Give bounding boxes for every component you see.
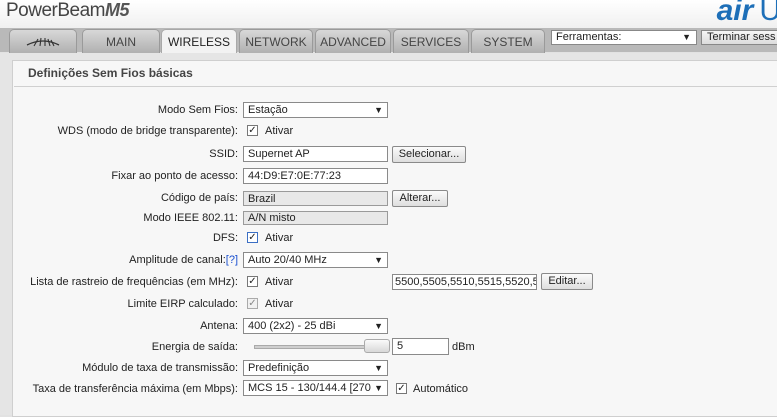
output-power-slider-thumb[interactable] (364, 339, 390, 353)
wireless-mode-label: Modo Sem Fios: (157, 104, 238, 116)
lock-ap-input[interactable]: 44:D9:E7:0E:77:23 (243, 168, 388, 184)
max-rate-value: MCS 15 - 130/144.4 [270 (248, 382, 371, 394)
rate-module-select[interactable]: Predefinição ▼ (243, 360, 388, 376)
lock-ap-label: Fixar ao ponto de acesso: (111, 170, 238, 182)
tab-ubiquiti[interactable] (9, 29, 77, 53)
auto-rate-checkbox[interactable]: ✓ (396, 383, 407, 394)
channel-width-label: Amplitude de canal:[?] (129, 254, 238, 266)
antenna-value: 400 (2x2) - 25 dBi (248, 320, 336, 332)
wds-label: WDS (modo de bridge transparente): (57, 125, 238, 137)
rate-module-value: Predefinição (248, 362, 310, 374)
max-rate-label: Taxa de transferência máxima (em Mbps): (32, 383, 238, 395)
country-label: Código de país: (160, 192, 238, 204)
max-rate-select[interactable]: MCS 15 - 130/144.4 [270 ▼ (243, 380, 388, 396)
dropdown-arrow-icon: ▼ (374, 321, 383, 331)
scan-list-checkbox[interactable]: ✓ (247, 276, 258, 287)
ieee-mode-label: Modo IEEE 802.11: (143, 212, 238, 224)
ssid-input[interactable]: Supernet AP (243, 146, 388, 162)
output-power-unit: dBm (452, 341, 475, 353)
channel-width-help-link[interactable]: [?] (226, 254, 238, 266)
product-model: M5 (105, 0, 130, 20)
tools-select-value: Ferramentas: (556, 31, 622, 43)
tab-system[interactable]: SYSTEM (471, 29, 545, 53)
ubiquiti-logo-icon (26, 30, 60, 54)
dropdown-arrow-icon: ▼ (374, 363, 383, 373)
brand-air: air (716, 0, 754, 27)
wds-check-label: Ativar (265, 125, 294, 137)
scan-list-label: Lista de rastreio de frequências (em MHz… (30, 276, 238, 288)
dfs-label: DFS: (212, 232, 238, 244)
wireless-mode-select[interactable]: Estação ▼ (243, 102, 388, 118)
ieee-mode-field: A/N misto (243, 211, 388, 225)
tab-services[interactable]: SERVICES (393, 29, 469, 53)
scan-list-check-label: Ativar (265, 276, 294, 288)
select-ssid-button[interactable]: Selecionar... (392, 146, 466, 163)
wireless-mode-value: Estação (248, 104, 288, 116)
output-power-label: Energia de saída: (151, 341, 238, 353)
antenna-label: Antena: (200, 320, 238, 332)
eirp-checkbox: ✓ (247, 298, 258, 309)
tab-advanced[interactable]: ADVANCED (315, 29, 391, 53)
output-power-input[interactable]: 5 (392, 338, 449, 355)
auto-rate-check-label: Automático (413, 383, 469, 395)
wds-checkbox[interactable]: ✓ (247, 125, 258, 136)
tab-wireless[interactable]: WIRELESS (161, 29, 237, 54)
logout-button[interactable]: Terminar sess (701, 30, 777, 45)
section-divider (14, 86, 777, 87)
product-name: PowerBeamM5 (6, 0, 130, 22)
tab-main[interactable]: MAIN (82, 29, 160, 53)
airos-logo: air U (717, 0, 777, 28)
dropdown-arrow-icon: ▼ (374, 105, 383, 115)
product-name-text: PowerBeam (6, 0, 106, 21)
channel-width-label-text: Amplitude de canal: (129, 254, 226, 266)
dfs-checkbox[interactable]: ✓ (247, 232, 258, 243)
dfs-check-label: Ativar (265, 232, 294, 244)
country-field: Brazil (243, 191, 388, 206)
dropdown-arrow-icon: ▼ (374, 255, 383, 265)
rate-module-label: Módulo de taxa de transmissão: (82, 362, 238, 374)
change-country-button[interactable]: Alterar... (392, 190, 448, 207)
section-title: Definições Sem Fios básicas (28, 66, 193, 80)
brand-suffix: U (759, 0, 777, 27)
scan-list-input[interactable]: 5500,5505,5510,5515,5520,5 (392, 274, 537, 290)
header-bar: PowerBeamM5 air U (0, 0, 777, 28)
channel-width-value: Auto 20/40 MHz (248, 254, 327, 266)
eirp-label: Limite EIRP calculado: (127, 298, 238, 310)
edit-scan-list-button[interactable]: Editar... (541, 273, 593, 290)
antenna-select[interactable]: 400 (2x2) - 25 dBi ▼ (243, 318, 388, 334)
eirp-check-label: Ativar (265, 298, 294, 310)
tab-network[interactable]: NETWORK (239, 29, 313, 53)
channel-width-select[interactable]: Auto 20/40 MHz ▼ (243, 252, 388, 268)
tools-select[interactable]: Ferramentas: ▼ (551, 30, 697, 45)
dropdown-arrow-icon: ▼ (372, 381, 383, 395)
ssid-label: SSID: (209, 148, 238, 160)
dropdown-arrow-icon: ▼ (682, 32, 691, 42)
